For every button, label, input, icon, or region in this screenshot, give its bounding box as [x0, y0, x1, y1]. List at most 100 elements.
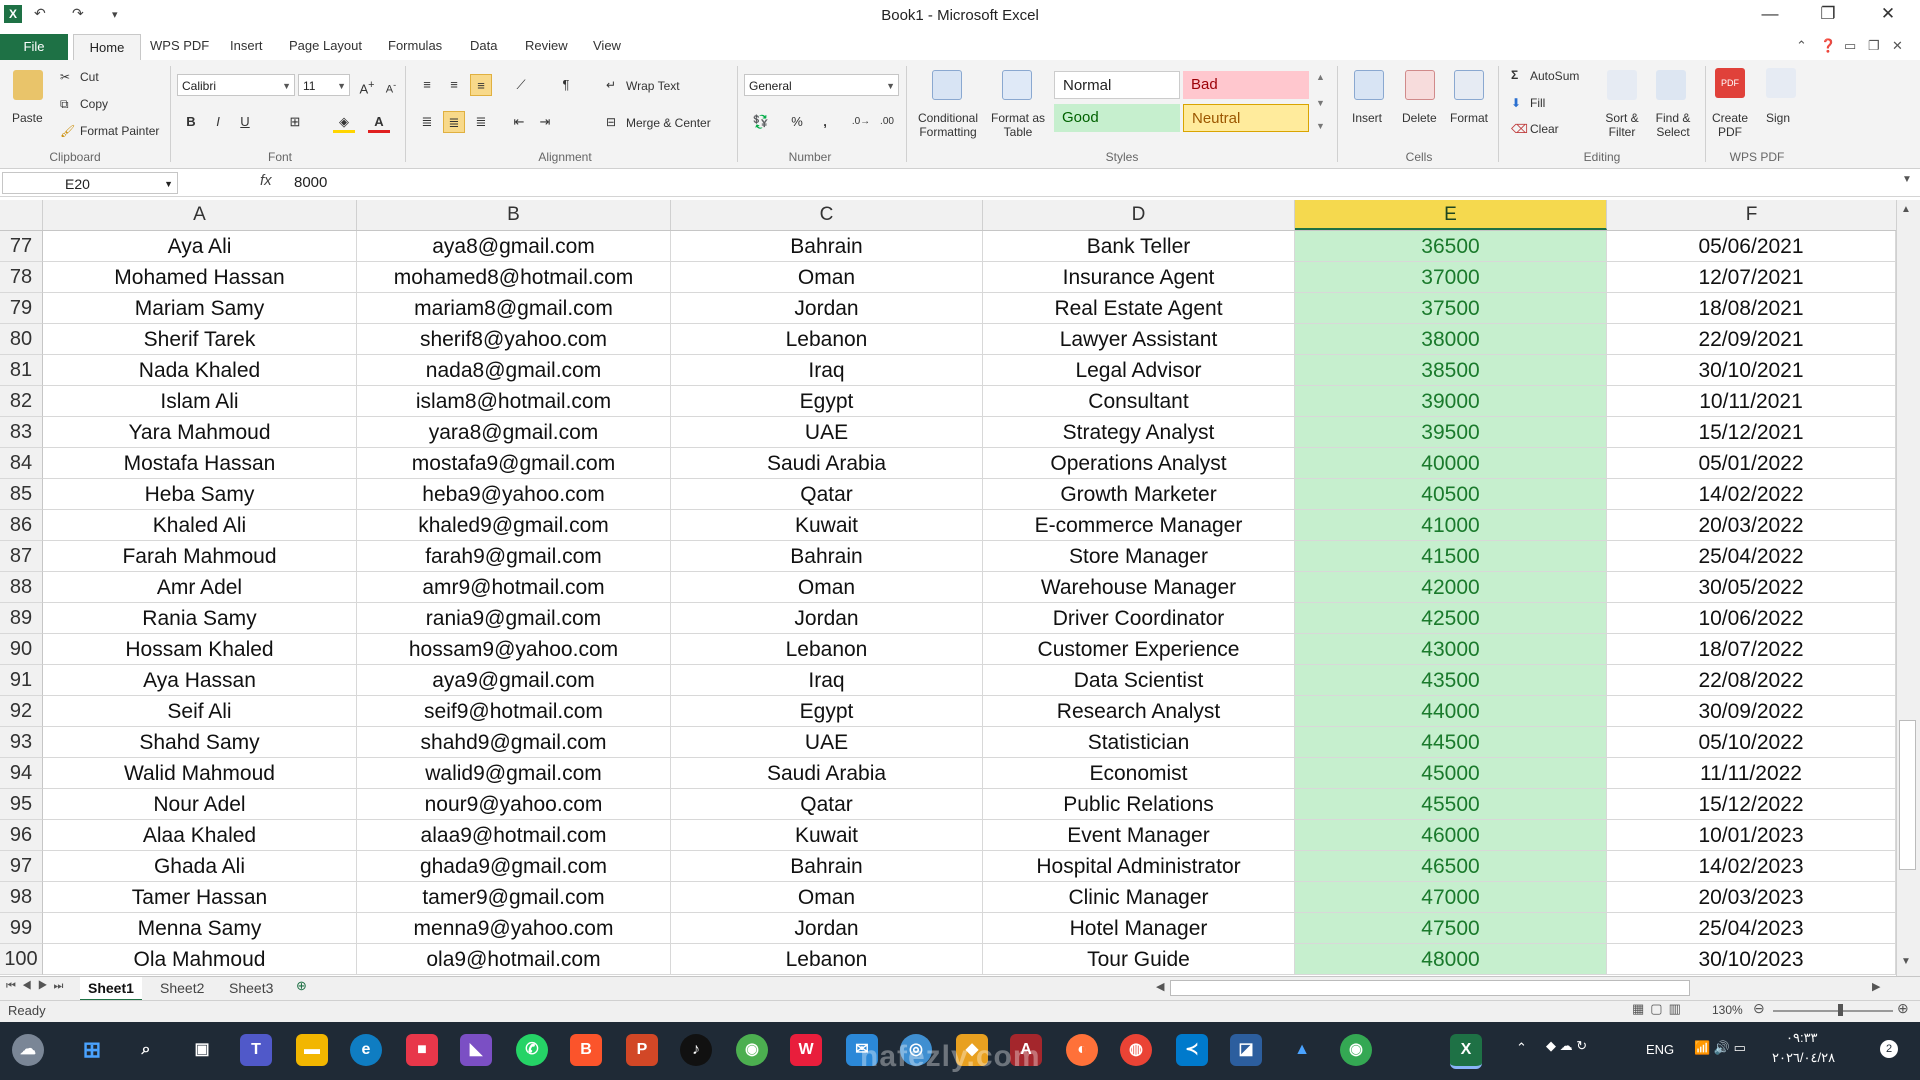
cell-job[interactable]: Hotel Manager	[983, 913, 1295, 944]
cell-email[interactable]: ola9@hotmail.com	[357, 944, 671, 975]
cell-country[interactable]: Qatar	[671, 479, 983, 510]
row-header[interactable]: 98	[0, 882, 43, 913]
notification-badge[interactable]: 2	[1880, 1040, 1898, 1058]
cell-name[interactable]: Amr Adel	[43, 572, 357, 603]
undo-button[interactable]: ↶	[34, 5, 46, 22]
cell-job[interactable]: Warehouse Manager	[983, 572, 1295, 603]
cell-name[interactable]: Mostafa Hassan	[43, 448, 357, 479]
cell-email[interactable]: menna9@yahoo.com	[357, 913, 671, 944]
zoom-slider-thumb[interactable]	[1838, 1004, 1843, 1016]
cell-date[interactable]: 15/12/2022	[1607, 789, 1896, 820]
sheet-tab-1[interactable]: Sheet1	[80, 977, 142, 1001]
cell-date[interactable]: 25/04/2022	[1607, 541, 1896, 572]
cell-name[interactable]: Hossam Khaled	[43, 634, 357, 665]
cell-email[interactable]: amr9@hotmail.com	[357, 572, 671, 603]
cell-country[interactable]: Iraq	[671, 355, 983, 386]
cell-salary[interactable]: 45500	[1295, 789, 1607, 820]
cell-salary[interactable]: 38500	[1295, 355, 1607, 386]
row-header[interactable]: 100	[0, 944, 43, 975]
percent-button[interactable]: %	[786, 111, 808, 133]
cell-date[interactable]: 18/07/2022	[1607, 634, 1896, 665]
row-header[interactable]: 97	[0, 851, 43, 882]
cell-email[interactable]: islam8@hotmail.com	[357, 386, 671, 417]
row-header[interactable]: 91	[0, 665, 43, 696]
style-bad[interactable]: Bad	[1183, 71, 1309, 99]
orientation-icon[interactable]: ⟋	[510, 74, 532, 96]
cell-email[interactable]: farah9@gmail.com	[357, 541, 671, 572]
clock-date[interactable]: ٢٠٢٦/٠٤/٢٨	[1772, 1050, 1835, 1066]
visual-studio-icon[interactable]: ◣	[460, 1034, 492, 1066]
column-header-d[interactable]: D	[983, 200, 1295, 230]
underline-button[interactable]: U	[234, 111, 256, 133]
cell-country[interactable]: Oman	[671, 882, 983, 913]
conditional-formatting-button[interactable]: Conditional Formatting	[914, 111, 982, 139]
clock-time[interactable]: ٠٩:٣٣	[1786, 1030, 1818, 1046]
increase-indent-icon[interactable]: ⇥	[534, 111, 556, 133]
cell-date[interactable]: 18/08/2021	[1607, 293, 1896, 324]
cell-email[interactable]: tamer9@gmail.com	[357, 882, 671, 913]
fill-color-icon[interactable]: ◈	[333, 111, 355, 133]
format-painter-button[interactable]: Format Painter	[80, 124, 159, 138]
cell-salary[interactable]: 36500	[1295, 231, 1607, 262]
cell-salary[interactable]: 44500	[1295, 727, 1607, 758]
cell-job[interactable]: Store Manager	[983, 541, 1295, 572]
increase-font-icon[interactable]: A+	[356, 74, 378, 96]
row-header[interactable]: 80	[0, 324, 43, 355]
cell-country[interactable]: Iraq	[671, 665, 983, 696]
cell-name[interactable]: Nada Khaled	[43, 355, 357, 386]
cell-date[interactable]: 30/09/2022	[1607, 696, 1896, 727]
vscode-icon[interactable]: ≺	[1176, 1034, 1208, 1066]
align-top-icon[interactable]: ≡	[416, 74, 438, 96]
cell-name[interactable]: Islam Ali	[43, 386, 357, 417]
row-header[interactable]: 89	[0, 603, 43, 634]
borders-icon[interactable]: ⊞	[284, 111, 306, 133]
insert-sheet-icon[interactable]: ⊕	[296, 978, 307, 994]
select-all-corner[interactable]	[0, 200, 43, 230]
expand-formula-icon[interactable]: ▼	[1902, 174, 1912, 185]
row-header[interactable]: 99	[0, 913, 43, 944]
column-header-a[interactable]: A	[43, 200, 357, 230]
cell-salary[interactable]: 41000	[1295, 510, 1607, 541]
merge-center-button[interactable]: Merge & Center	[626, 116, 711, 130]
row-header[interactable]: 84	[0, 448, 43, 479]
cell-job[interactable]: Clinic Manager	[983, 882, 1295, 913]
file-explorer-icon[interactable]: ▬	[296, 1034, 328, 1066]
tab-home[interactable]: Home	[73, 34, 141, 61]
help-icon[interactable]: ❓	[1820, 38, 1836, 54]
row-header[interactable]: 88	[0, 572, 43, 603]
cell-name[interactable]: Mohamed Hassan	[43, 262, 357, 293]
workbook-close-icon[interactable]: ✕	[1892, 38, 1903, 54]
cell-country[interactable]: Egypt	[671, 696, 983, 727]
cell-job[interactable]: Insurance Agent	[983, 262, 1295, 293]
cell-job[interactable]: Legal Advisor	[983, 355, 1295, 386]
row-header[interactable]: 83	[0, 417, 43, 448]
cell-country[interactable]: Bahrain	[671, 541, 983, 572]
cell-country[interactable]: Jordan	[671, 603, 983, 634]
align-right-icon[interactable]: ≣	[470, 111, 492, 133]
increase-decimal-icon[interactable]: .0→	[850, 111, 872, 133]
sheet-tab-2[interactable]: Sheet2	[152, 977, 212, 999]
cell-salary[interactable]: 41500	[1295, 541, 1607, 572]
cell-job[interactable]: Bank Teller	[983, 231, 1295, 262]
cell-email[interactable]: mohamed8@hotmail.com	[357, 262, 671, 293]
style-good[interactable]: Good	[1054, 104, 1180, 132]
cell-job[interactable]: E-commerce Manager	[983, 510, 1295, 541]
cell-job[interactable]: Statistician	[983, 727, 1295, 758]
cell-date[interactable]: 30/10/2021	[1607, 355, 1896, 386]
cell-job[interactable]: Public Relations	[983, 789, 1295, 820]
network-volume-battery-icons[interactable]: 📶 🔊 ▭	[1694, 1040, 1746, 1056]
name-box[interactable]: E20 ▼	[2, 172, 178, 194]
cell-name[interactable]: Tamer Hassan	[43, 882, 357, 913]
cell-date[interactable]: 05/06/2021	[1607, 231, 1896, 262]
row-header[interactable]: 78	[0, 262, 43, 293]
styles-scroll-down-icon[interactable]: ▼	[1316, 98, 1325, 108]
row-header[interactable]: 86	[0, 510, 43, 541]
cell-email[interactable]: seif9@hotmail.com	[357, 696, 671, 727]
cell-email[interactable]: mostafa9@gmail.com	[357, 448, 671, 479]
cell-country[interactable]: Saudi Arabia	[671, 758, 983, 789]
cell-country[interactable]: UAE	[671, 417, 983, 448]
workbook-restore-icon[interactable]: ❐	[1868, 38, 1880, 54]
cell-date[interactable]: 10/06/2022	[1607, 603, 1896, 634]
cell-name[interactable]: Yara Mahmoud	[43, 417, 357, 448]
format-as-table-button[interactable]: Format as Table	[988, 111, 1048, 139]
